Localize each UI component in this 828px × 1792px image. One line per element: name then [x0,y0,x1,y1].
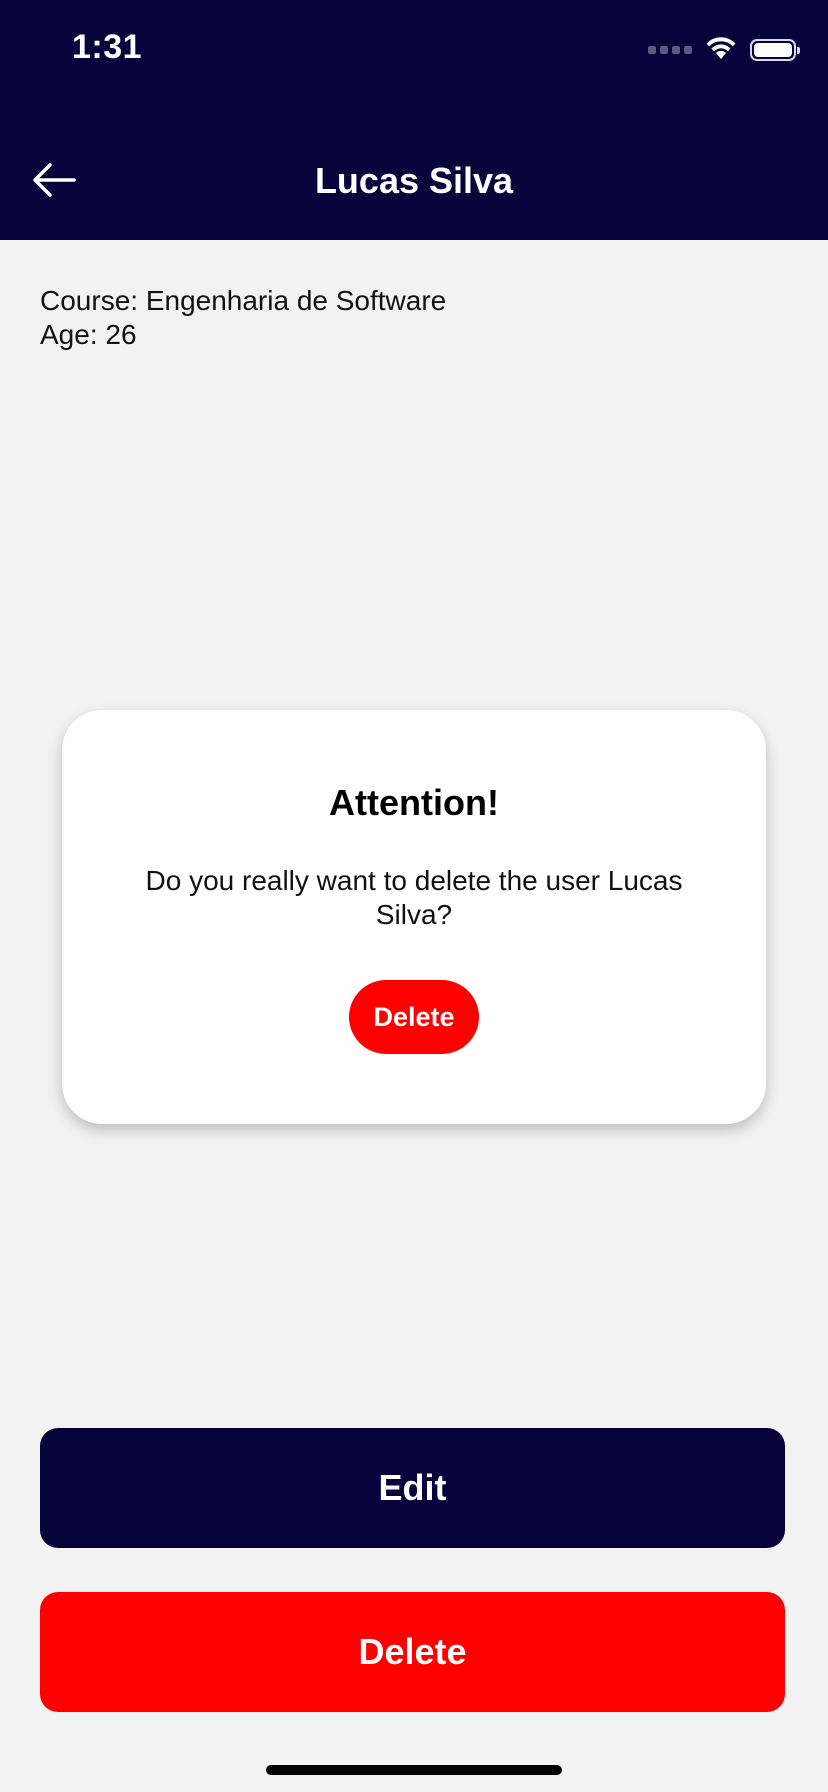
page-title: Lucas Silva [314,160,514,201]
course-text: Course: Engenharia de Software [40,285,447,316]
status-time: 1:31 [72,28,143,66]
delete-button[interactable]: Delete [40,1592,785,1712]
dialog-title: Attention! [329,782,499,823]
age-text: Age: 26 [40,319,137,350]
delete-confirmation-dialog: Attention! Do you really want to delete … [62,710,766,1124]
battery-icon [750,39,800,61]
user-details: Course: Engenharia de Software Age: 26 [40,284,446,352]
edit-button[interactable]: Edit [40,1428,785,1548]
cellular-signal-icon [648,46,692,54]
confirm-delete-button[interactable]: Delete [349,980,479,1054]
home-indicator[interactable] [266,1765,562,1775]
app-header: 1:31 Lucas Silva [0,0,828,240]
status-icons [648,35,800,66]
dialog-message: Do you really want to delete the user Lu… [145,865,683,930]
wifi-icon [704,35,738,66]
